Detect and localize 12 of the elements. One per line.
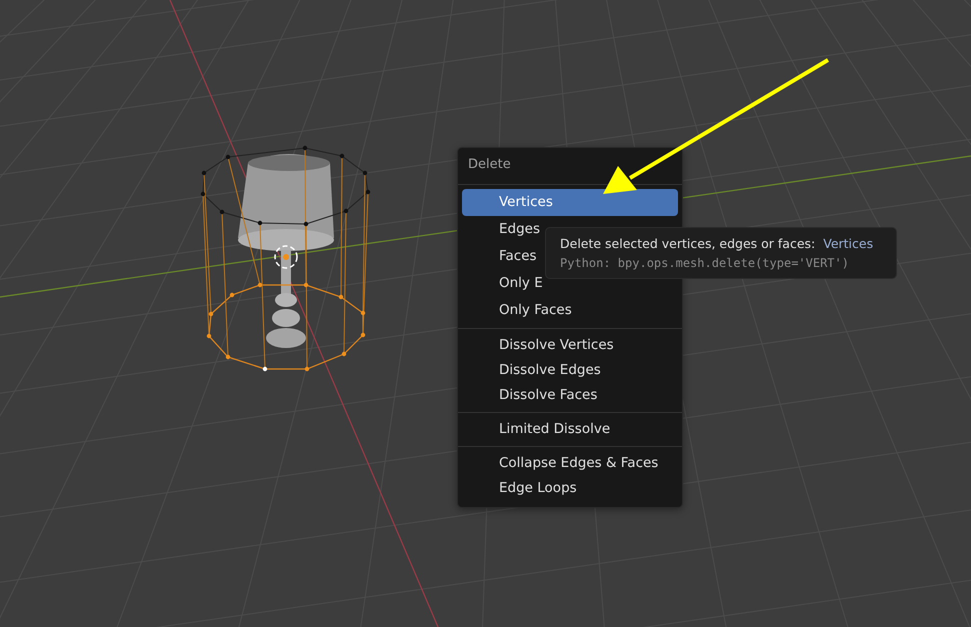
tooltip-description: Delete selected vertices, edges or faces:	[560, 236, 816, 251]
menu-item[interactable]: Edge Loops	[462, 476, 678, 501]
menu-item[interactable]: Limited Dissolve	[462, 417, 678, 442]
tooltip-python-command: Python: bpy.ops.mesh.delete(type='VERT')	[560, 256, 850, 270]
menu-title: Delete	[467, 156, 512, 174]
menu-item[interactable]: Collapse Edges & Faces	[462, 451, 678, 476]
menu-item[interactable]: Dissolve Vertices	[462, 333, 678, 358]
menu-item[interactable]: Only Faces	[462, 297, 678, 324]
menu-item[interactable]: Vertices	[462, 189, 678, 216]
menu-item[interactable]: Dissolve Faces	[462, 383, 678, 408]
tooltip-value: Vertices	[823, 236, 874, 251]
menu-item[interactable]: Dissolve Edges	[462, 358, 678, 383]
